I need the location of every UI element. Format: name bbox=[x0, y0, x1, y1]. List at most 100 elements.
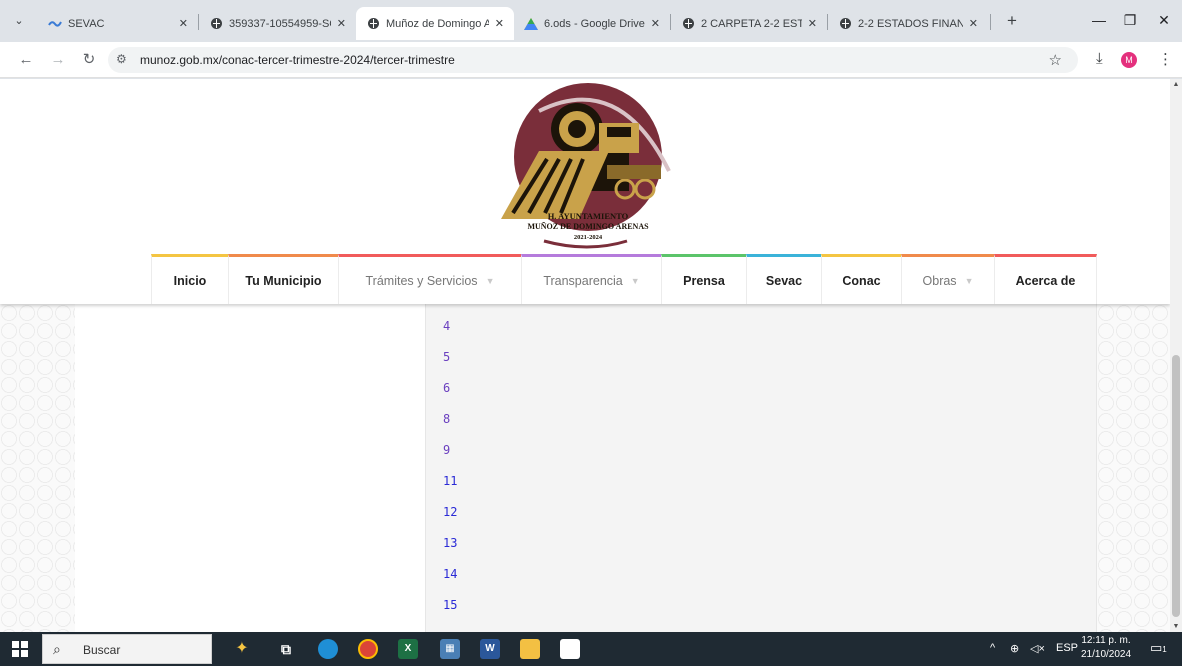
tab-estados-financieros[interactable]: 2-2 ESTADOS FINANC ✕ bbox=[828, 7, 988, 40]
bookmark-star-icon[interactable]: ☆ bbox=[1049, 51, 1062, 69]
web-page: H. AYUNTAMIENTO MUÑOZ DE DOMINGO ARENAS … bbox=[0, 79, 1170, 632]
tab-title: SEVAC bbox=[68, 17, 105, 30]
nav-acerca-de[interactable]: Acerca de bbox=[994, 254, 1097, 304]
nav-transparencia[interactable]: Transparencia ▼ bbox=[521, 254, 661, 304]
document-link[interactable]: 5 bbox=[443, 350, 457, 381]
windows-start-icon[interactable] bbox=[12, 641, 28, 657]
document-link-list: 4 5 6 8 9 11 12 13 14 15 bbox=[443, 319, 457, 629]
chevron-down-icon: ▼ bbox=[964, 275, 974, 286]
globe-icon bbox=[838, 17, 852, 31]
nav-label: Conac bbox=[842, 273, 881, 288]
document-link[interactable]: 15 bbox=[443, 598, 457, 629]
restore-button[interactable]: ❐ bbox=[1118, 12, 1142, 29]
close-icon[interactable]: ✕ bbox=[179, 17, 188, 30]
left-sidebar-area bbox=[75, 304, 425, 632]
network-icon[interactable]: ⊕ bbox=[1010, 642, 1019, 655]
tab-title: 2 CARPETA 2-2 ESTAD bbox=[701, 17, 802, 30]
clock-date: 21/10/2024 bbox=[1081, 649, 1132, 660]
nav-label: Trámites y Servicios bbox=[365, 273, 478, 288]
tab-title: 2-2 ESTADOS FINANC bbox=[858, 17, 963, 30]
forward-button[interactable]: → bbox=[48, 50, 68, 70]
site-settings-icon[interactable]: ⚙ bbox=[116, 52, 127, 66]
task-view-icon[interactable]: ⧉ bbox=[276, 639, 296, 659]
tab-google-drive[interactable]: 6.ods - Google Drive ✕ bbox=[514, 7, 670, 40]
tab-munoz-active[interactable]: Muñoz de Domingo A ✕ bbox=[356, 7, 514, 40]
chevron-down-icon: ▼ bbox=[485, 275, 495, 286]
windows-taskbar: ⌕ Buscar ✦ ⧉ X ▦ W ^ ⊕ ◁× ESP 12:11 p. m… bbox=[0, 632, 1182, 666]
municipality-logo[interactable]: H. AYUNTAMIENTO MUÑOZ DE DOMINGO ARENAS … bbox=[499, 81, 677, 251]
word-icon[interactable]: W bbox=[480, 639, 500, 659]
close-icon[interactable]: ✕ bbox=[495, 17, 504, 30]
nav-inicio[interactable]: Inicio bbox=[151, 254, 228, 304]
nav-label: Transparencia bbox=[543, 273, 623, 288]
profile-avatar[interactable]: M bbox=[1121, 52, 1137, 68]
reload-button[interactable]: ↻ bbox=[79, 50, 99, 70]
scrollbar-thumb[interactable] bbox=[1172, 355, 1180, 617]
excel-icon[interactable]: X bbox=[398, 639, 418, 659]
notepad-icon[interactable] bbox=[560, 639, 580, 659]
right-background-pattern bbox=[1097, 304, 1170, 632]
close-window-button[interactable]: ✕ bbox=[1152, 12, 1176, 29]
address-bar[interactable]: ⚙ munoz.gob.mx/conac-tercer-trimestre-20… bbox=[108, 47, 1078, 73]
nav-label: Acerca de bbox=[1015, 273, 1076, 288]
close-icon[interactable]: ✕ bbox=[969, 17, 978, 30]
taskbar-search-box[interactable]: ⌕ Buscar bbox=[42, 634, 212, 664]
scroll-down-arrow[interactable]: ▼ bbox=[1170, 623, 1182, 630]
clock-time: 12:11 p. m. bbox=[1081, 635, 1131, 646]
chevron-up-icon[interactable]: ^ bbox=[990, 642, 995, 654]
calculator-icon[interactable]: ▦ bbox=[440, 639, 460, 659]
tab-title: 6.ods - Google Drive bbox=[544, 17, 645, 30]
chevron-down-icon: ▼ bbox=[630, 275, 640, 286]
new-tab-button[interactable]: + bbox=[1002, 11, 1022, 31]
nav-tu-municipio[interactable]: Tu Municipio bbox=[228, 254, 338, 304]
browser-toolbar: ← → ↻ ⚙ munoz.gob.mx/conac-tercer-trimes… bbox=[0, 42, 1182, 78]
chrome-icon[interactable] bbox=[358, 639, 378, 659]
globe-icon bbox=[366, 17, 380, 31]
nav-sevac[interactable]: Sevac bbox=[746, 254, 821, 304]
nav-label: Prensa bbox=[683, 273, 725, 288]
main-navigation: Inicio Tu Municipio Trámites y Servicios… bbox=[151, 254, 1097, 304]
close-icon[interactable]: ✕ bbox=[651, 17, 660, 30]
scroll-up-arrow[interactable]: ▲ bbox=[1170, 81, 1182, 88]
nav-prensa[interactable]: Prensa bbox=[661, 254, 746, 304]
content-panel: 4 5 6 8 9 11 12 13 14 15 bbox=[425, 304, 1097, 632]
document-link[interactable]: 9 bbox=[443, 443, 457, 474]
notification-icon[interactable]: ▭1 bbox=[1150, 640, 1167, 656]
tab-359337[interactable]: 359337-10554959-SC ✕ bbox=[199, 7, 356, 40]
document-link[interactable]: 6 bbox=[443, 381, 457, 412]
tab-strip: ⌄ SEVAC ✕ 359337-10554959-SC ✕ Muñoz de … bbox=[0, 0, 1182, 42]
document-link[interactable]: 11 bbox=[443, 474, 457, 505]
copilot-sparkle-icon[interactable]: ✦ bbox=[232, 639, 252, 659]
nav-tramites-servicios[interactable]: Trámites y Servicios ▼ bbox=[338, 254, 521, 304]
close-icon[interactable]: ✕ bbox=[337, 17, 346, 30]
nav-label: Sevac bbox=[765, 273, 803, 288]
document-link[interactable]: 13 bbox=[443, 536, 457, 567]
tab-sevac[interactable]: SEVAC ✕ bbox=[38, 7, 198, 40]
url-text: munoz.gob.mx/conac-tercer-trimestre-2024… bbox=[140, 53, 455, 67]
tab-search-button[interactable]: ⌄ bbox=[10, 12, 28, 30]
nav-conac[interactable]: Conac bbox=[821, 254, 901, 304]
tab-separator bbox=[990, 14, 991, 30]
document-link[interactable]: 12 bbox=[443, 505, 457, 536]
document-link[interactable]: 8 bbox=[443, 412, 457, 443]
edge-icon[interactable] bbox=[318, 639, 338, 659]
nav-obras[interactable]: Obras ▼ bbox=[901, 254, 994, 304]
page-scrollbar[interactable]: ▲ ▼ bbox=[1170, 79, 1182, 632]
system-clock[interactable]: 12:11 p. m. 21/10/2024 bbox=[1081, 634, 1131, 662]
minimize-button[interactable]: — bbox=[1087, 12, 1111, 28]
back-button[interactable]: ← bbox=[16, 50, 36, 70]
search-placeholder: Buscar bbox=[83, 643, 121, 657]
logo-line-1: H. AYUNTAMIENTO bbox=[548, 211, 629, 221]
sevac-icon bbox=[48, 17, 62, 31]
document-link[interactable]: 14 bbox=[443, 567, 457, 598]
globe-icon bbox=[209, 17, 223, 31]
document-link[interactable]: 4 bbox=[443, 319, 457, 350]
tab-carpeta[interactable]: 2 CARPETA 2-2 ESTAD ✕ bbox=[671, 7, 827, 40]
close-icon[interactable]: ✕ bbox=[808, 17, 817, 30]
volume-muted-icon[interactable]: ◁× bbox=[1030, 642, 1045, 655]
download-icon[interactable]: ⤓ bbox=[1096, 50, 1103, 67]
language-indicator[interactable]: ESP bbox=[1056, 642, 1078, 654]
menu-icon[interactable]: ⋮ bbox=[1158, 50, 1173, 68]
nav-label: Obras bbox=[922, 273, 957, 288]
file-explorer-icon[interactable] bbox=[520, 639, 540, 659]
